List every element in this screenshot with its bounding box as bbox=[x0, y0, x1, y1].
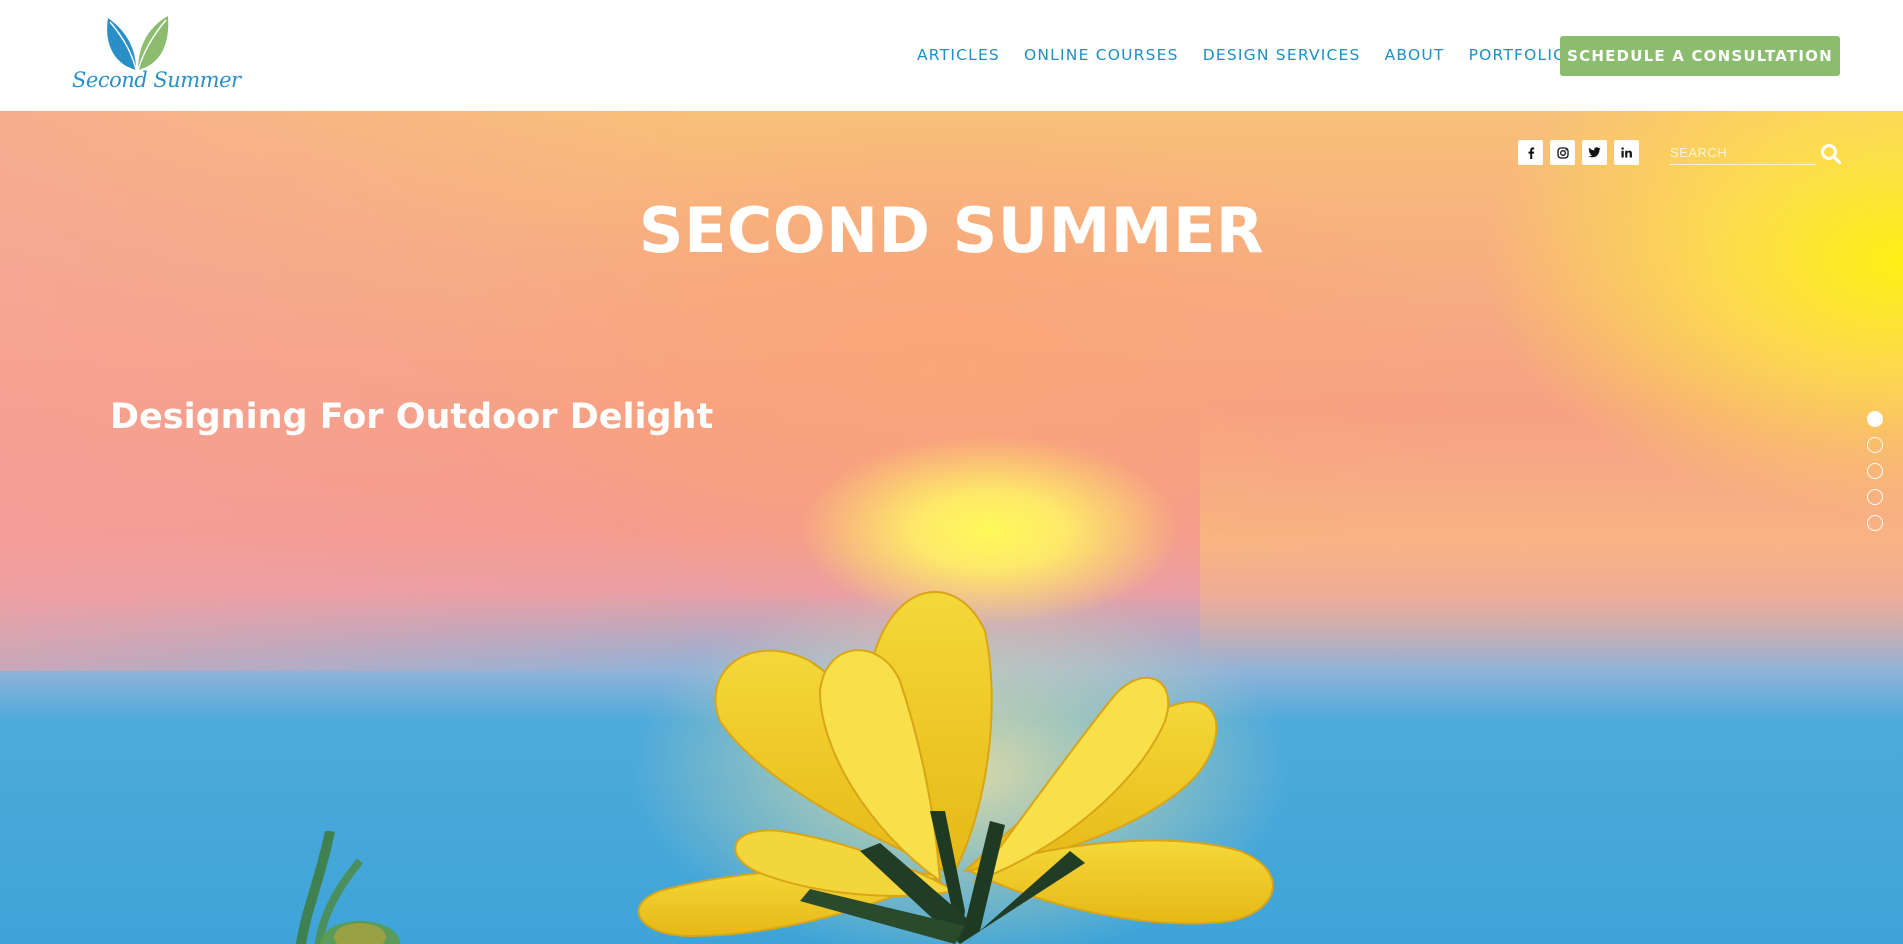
search-bar bbox=[1670, 135, 1842, 169]
main-nav: ARTICLES ONLINE COURSES DESIGN SERVICES … bbox=[917, 44, 1567, 66]
logo[interactable]: Second Summer bbox=[70, 12, 241, 100]
slider-dot-1[interactable] bbox=[1867, 411, 1883, 427]
yellow-flower-image bbox=[630, 581, 1290, 944]
slider-pagination bbox=[1867, 411, 1883, 531]
slider-dot-3[interactable] bbox=[1867, 463, 1883, 479]
nav-about[interactable]: ABOUT bbox=[1385, 44, 1445, 66]
facebook-icon[interactable] bbox=[1518, 140, 1543, 165]
hero-subtitle: Designing For Outdoor Delight bbox=[110, 397, 714, 437]
hero-title: SECOND SUMMER bbox=[638, 194, 1265, 267]
site-header: Second Summer ARTICLES ONLINE COURSES DE… bbox=[0, 0, 1903, 111]
leaf-logo-icon bbox=[107, 16, 169, 71]
search-icon[interactable] bbox=[1820, 143, 1842, 165]
hero-banner: SECOND SUMMER Designing For Outdoor Deli… bbox=[0, 111, 1903, 944]
schedule-consultation-button[interactable]: SCHEDULE A CONSULTATION bbox=[1560, 36, 1840, 76]
nav-portfolio[interactable]: PORTFOLIO bbox=[1469, 44, 1567, 66]
nav-design-services[interactable]: DESIGN SERVICES bbox=[1203, 44, 1361, 66]
logo-text: Second Summer bbox=[72, 68, 241, 92]
social-links bbox=[1518, 140, 1639, 165]
twitter-icon[interactable] bbox=[1582, 140, 1607, 165]
slider-dot-2[interactable] bbox=[1867, 437, 1883, 453]
search-input[interactable] bbox=[1670, 141, 1816, 165]
slider-dot-4[interactable] bbox=[1867, 489, 1883, 505]
nav-online-courses[interactable]: ONLINE COURSES bbox=[1024, 44, 1179, 66]
slider-dot-5[interactable] bbox=[1867, 515, 1883, 531]
linkedin-icon[interactable] bbox=[1614, 140, 1639, 165]
instagram-icon[interactable] bbox=[1550, 140, 1575, 165]
flower-stem-image bbox=[295, 831, 400, 944]
nav-articles[interactable]: ARTICLES bbox=[917, 44, 1000, 66]
